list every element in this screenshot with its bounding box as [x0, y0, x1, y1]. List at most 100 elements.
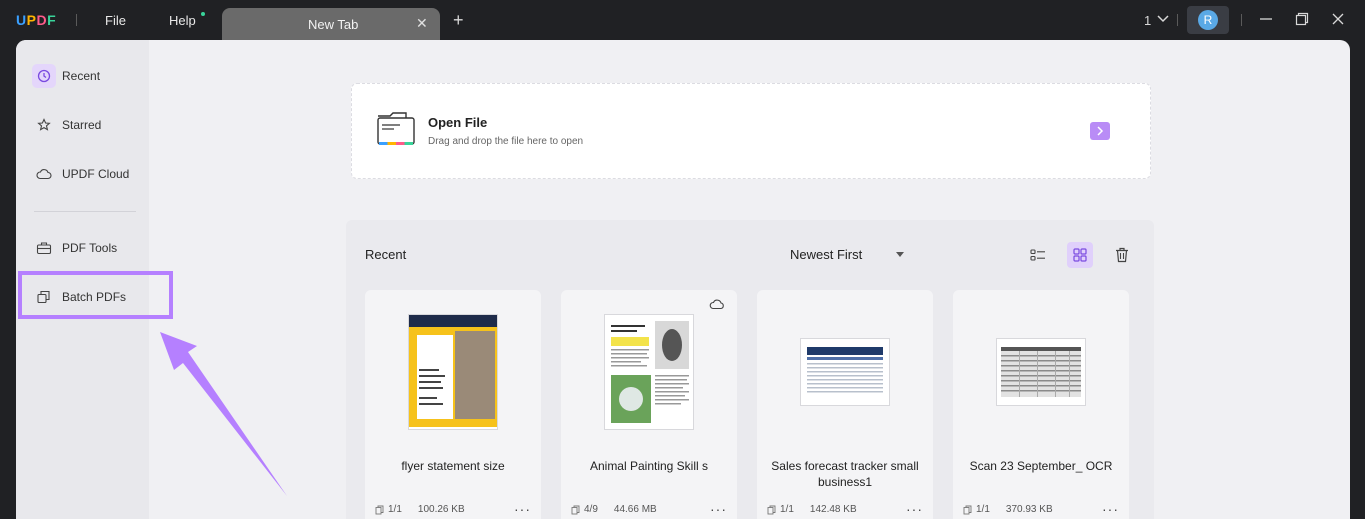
- highlight-annotation-box: [18, 271, 173, 319]
- trash-icon: [1116, 247, 1128, 263]
- tab-title: New Tab: [308, 17, 359, 32]
- sidebar-item-updf-cloud[interactable]: UPDF Cloud: [32, 159, 148, 189]
- page-icon: [963, 505, 972, 514]
- file-name: Sales forecast tracker small business1: [771, 459, 919, 489]
- more-options-icon[interactable]: ···: [1102, 501, 1119, 517]
- page-count: 1/1: [780, 504, 794, 515]
- file-card[interactable]: Sales forecast tracker small business1 1…: [757, 290, 933, 519]
- thumbnail-graphic: [419, 375, 445, 377]
- sidebar-item-starred[interactable]: Starred: [32, 110, 148, 140]
- file-thumbnail: [604, 314, 694, 430]
- page-count: 1/1: [976, 504, 990, 515]
- logo-letter: P: [26, 12, 37, 28]
- thumbnail-photo: [455, 331, 495, 419]
- thumbnail-graphic: [611, 321, 689, 423]
- logo-letter: F: [47, 12, 57, 28]
- title-separator: [76, 14, 77, 26]
- open-file-dropzone[interactable]: Open File Drag and drop the file here to…: [351, 83, 1151, 179]
- more-options-icon[interactable]: ···: [710, 501, 727, 517]
- sidebar-item-pdf-tools[interactable]: PDF Tools: [32, 233, 148, 263]
- logo-letter: U: [16, 12, 27, 28]
- grid-view-button[interactable]: [1067, 242, 1093, 268]
- thumbnail-graphic: [807, 347, 883, 393]
- cloud-sync-icon: [709, 299, 724, 310]
- minimize-icon[interactable]: [1259, 12, 1273, 26]
- more-options-icon[interactable]: ···: [906, 501, 923, 517]
- toolbox-icon: [32, 236, 56, 260]
- updf-logo[interactable]: UPDF: [16, 12, 56, 28]
- thumbnail-graphic: [419, 387, 443, 389]
- star-icon: [32, 113, 56, 137]
- thumbnail-graphic: [419, 403, 443, 405]
- recent-files-panel: Recent Newest First flyer statement size…: [346, 220, 1154, 519]
- chevron-right-icon: [1097, 126, 1104, 136]
- clock-icon: [32, 64, 56, 88]
- logo-letter: D: [36, 12, 48, 28]
- tab-new-tab[interactable]: New Tab ✕: [222, 8, 440, 40]
- title-separator: [1177, 14, 1178, 26]
- file-meta: 1/1 142.48 KB: [767, 504, 857, 515]
- list-view-icon: [1030, 249, 1045, 261]
- app-window: Recent Starred UPDF Cloud PDF Tools Batc…: [16, 40, 1350, 519]
- delete-button[interactable]: [1109, 242, 1135, 268]
- page-icon: [767, 505, 776, 514]
- open-file-subtitle: Drag and drop the file here to open: [428, 136, 584, 147]
- sidebar-item-label: Recent: [62, 69, 101, 83]
- thumbnail-graphic: [419, 369, 439, 371]
- thumbnail-graphic: [409, 315, 497, 327]
- page-count: 1/1: [388, 504, 402, 515]
- file-meta: 1/1 100.26 KB: [375, 504, 465, 515]
- page-icon: [375, 505, 384, 514]
- close-window-icon[interactable]: [1331, 12, 1345, 26]
- more-options-icon[interactable]: ···: [514, 501, 531, 517]
- file-thumbnail: [800, 338, 890, 406]
- menu-help[interactable]: Help: [169, 13, 196, 28]
- page-count: 4/9: [584, 504, 598, 515]
- file-size: 100.26 KB: [417, 504, 465, 515]
- title-bar: UPDF File Help New Tab ✕ + 1 R: [0, 0, 1365, 40]
- account-button[interactable]: R: [1187, 6, 1229, 34]
- file-thumbnail: [408, 314, 498, 430]
- thumbnail-graphic: [409, 327, 497, 427]
- open-file-button[interactable]: [1090, 122, 1110, 140]
- thumbnail-graphic: [417, 335, 453, 419]
- cloud-icon: [32, 162, 56, 186]
- restore-icon[interactable]: [1295, 12, 1309, 26]
- sidebar-item-label: PDF Tools: [62, 241, 118, 255]
- sidebar-divider: [34, 211, 136, 212]
- folder-icon: [377, 112, 415, 145]
- file-card[interactable]: Animal Painting Skill s 4/9 44.66 MB ···: [561, 290, 737, 519]
- sidebar-item-recent[interactable]: Recent: [32, 61, 148, 91]
- avatar: R: [1198, 10, 1218, 30]
- window-count[interactable]: 1: [1144, 13, 1151, 28]
- open-file-title: Open File: [428, 115, 488, 130]
- sidebar-item-label: Starred: [62, 118, 102, 132]
- close-icon[interactable]: ✕: [416, 15, 428, 32]
- file-size: 370.93 KB: [1005, 504, 1053, 515]
- recent-section-title: Recent: [365, 247, 407, 262]
- file-size: 44.66 MB: [613, 504, 657, 515]
- thumbnail-graphic: [1001, 347, 1081, 397]
- file-card[interactable]: Scan 23 September_ OCR 1/1 370.93 KB ···: [953, 290, 1129, 519]
- file-thumbnail: [996, 338, 1086, 406]
- file-size: 142.48 KB: [809, 504, 857, 515]
- help-notification-dot: [201, 12, 205, 16]
- sort-dropdown[interactable]: Newest First: [790, 247, 862, 262]
- title-separator: [1241, 14, 1242, 26]
- thumbnail-graphic: [419, 397, 437, 399]
- thumbnail-graphic: [419, 381, 441, 383]
- list-view-button[interactable]: [1025, 242, 1051, 268]
- caret-down-icon[interactable]: [896, 252, 904, 257]
- chevron-down-icon[interactable]: [1157, 14, 1169, 24]
- menu-file[interactable]: File: [105, 13, 126, 28]
- page-icon: [571, 505, 580, 514]
- file-name: Animal Painting Skill s: [589, 459, 709, 473]
- sidebar-item-label: UPDF Cloud: [62, 167, 130, 181]
- new-tab-button[interactable]: +: [453, 11, 464, 29]
- grid-view-icon: [1073, 248, 1087, 262]
- file-card[interactable]: flyer statement size 1/1 100.26 KB ···: [365, 290, 541, 519]
- file-name: flyer statement size: [401, 459, 505, 473]
- file-meta: 4/9 44.66 MB: [571, 504, 657, 515]
- file-name: Scan 23 September_ OCR: [969, 459, 1113, 473]
- file-meta: 1/1 370.93 KB: [963, 504, 1053, 515]
